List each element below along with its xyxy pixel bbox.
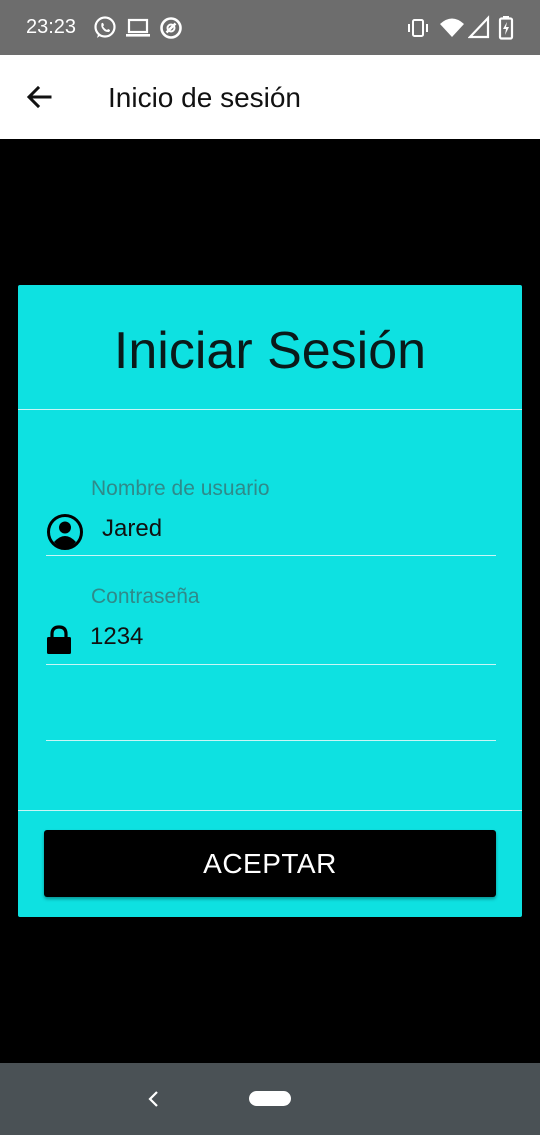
status-bar: 23:23 <box>0 0 540 55</box>
laptop-icon <box>126 18 150 37</box>
password-underline <box>46 664 496 665</box>
card-footer-divider <box>18 810 522 811</box>
status-time: 23:23 <box>26 16 77 38</box>
signal-icon <box>468 15 490 39</box>
username-input[interactable]: Jared <box>102 515 162 543</box>
arrow-left-icon[interactable] <box>20 77 60 117</box>
nav-home-pill[interactable] <box>249 1091 291 1106</box>
account-circle-icon <box>47 514 83 550</box>
wifi-icon <box>440 18 464 37</box>
lock-icon <box>47 625 71 654</box>
app-bar: Inicio de sesión <box>0 55 540 139</box>
data-saver-icon <box>160 17 182 39</box>
password-label: Contraseña <box>91 585 200 608</box>
battery-charging-icon <box>498 16 514 40</box>
accept-button[interactable]: ACEPTAR <box>44 830 496 897</box>
password-input[interactable]: 1234 <box>90 623 143 651</box>
page-title: Inicio de sesión <box>108 82 302 113</box>
card-title: Iniciar Sesión <box>113 322 427 380</box>
username-underline <box>46 555 496 556</box>
empty-field-underline <box>46 740 496 741</box>
username-label: Nombre de usuario <box>91 477 270 500</box>
vibrate-icon <box>408 19 428 37</box>
whatsapp-icon <box>94 16 116 38</box>
nav-back-icon[interactable] <box>142 1087 166 1111</box>
card-header: Iniciar Sesión <box>18 285 522 410</box>
login-card: Iniciar Sesión Nombre de usuario Jared C… <box>18 285 522 917</box>
